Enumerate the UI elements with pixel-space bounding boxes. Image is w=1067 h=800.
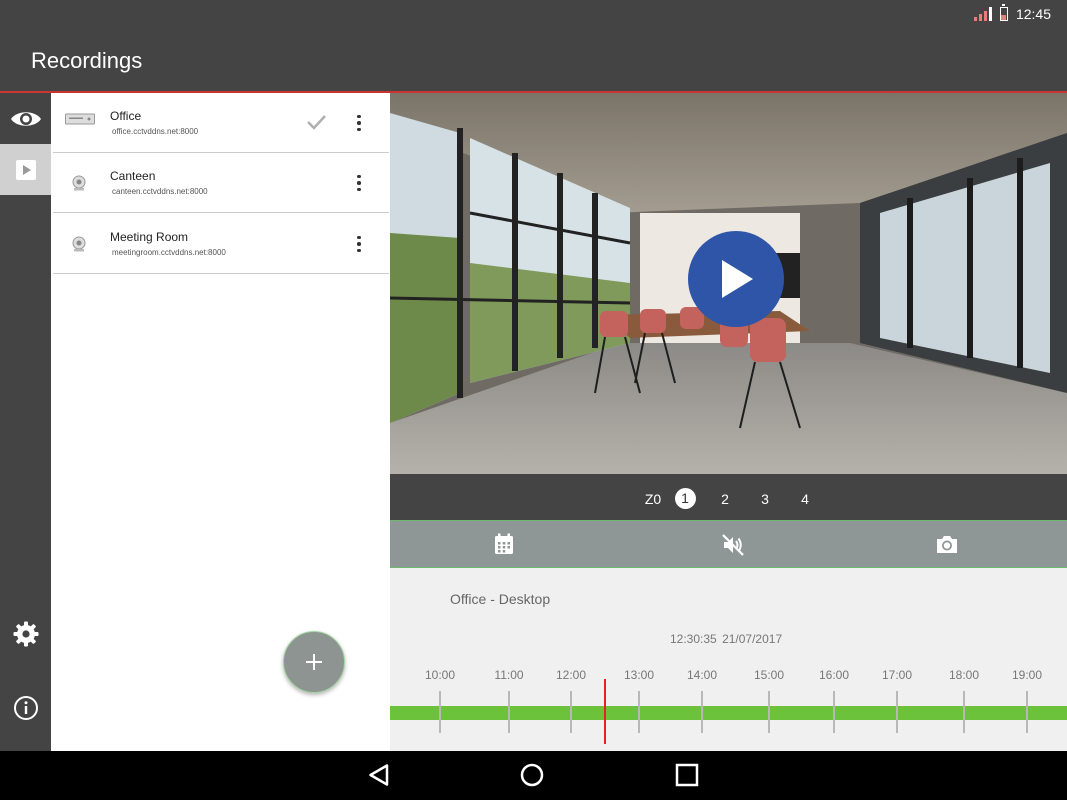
camera-icon [937,536,957,553]
zone-selector: Z0 1 2 3 4 [390,474,1067,520]
tick-mark [638,691,640,733]
recents-square-icon [675,763,699,787]
device-name: Office [110,109,142,123]
recording-track[interactable] [390,706,1067,720]
home-circle-icon [520,763,544,787]
zoom-level-button[interactable]: Z0 [641,489,665,509]
tick-mark [896,691,898,733]
gear-icon [13,621,38,646]
live-view-button[interactable] [0,93,51,144]
play-button[interactable] [688,231,784,327]
play-box-icon [15,159,36,180]
status-indicators: 12:45 [973,4,1051,22]
recordings-button[interactable] [0,144,51,195]
side-navigation [0,93,51,751]
tick-mark [508,691,510,733]
page-title: Recordings [31,48,143,73]
tick-label: 10:00 [424,668,456,682]
status-time: 12:45 [1015,6,1051,22]
more-options-button[interactable] [349,230,369,258]
zone-4-button[interactable]: 4 [785,489,825,509]
back-button[interactable] [367,763,391,792]
tick-label: 17:00 [881,668,913,682]
calendar-icon [495,533,513,554]
camera-label: Office - Desktop [450,591,551,607]
tick-label: 13:00 [623,668,655,682]
back-triangle-icon [369,764,389,786]
tick-mark [439,691,441,733]
tick-mark [963,691,965,733]
playhead[interactable] [604,679,606,744]
device-name: Meeting Room [110,230,189,244]
device-list: Office office.cctvddns.net:8000 Canteen … [51,93,390,751]
webcam-icon [72,236,86,252]
device-row-office[interactable]: Office office.cctvddns.net:8000 [53,93,389,153]
system-navigation-bar [0,751,1067,800]
snapshot-button[interactable] [935,533,959,560]
info-icon [13,695,38,720]
device-row-meeting-room[interactable]: Meeting Room meetingroom.cctvddns.net:80… [53,214,389,274]
info-button[interactable] [0,682,51,733]
tick-mark [768,691,770,733]
tick-label: 11:00 [494,668,524,682]
video-player[interactable] [390,93,1067,474]
current-timestamp: 12:30:35 21/07/2017 [670,632,782,646]
add-device-button[interactable] [283,631,345,693]
plus-icon [306,654,322,670]
current-time: 12:30:35 [670,632,717,646]
play-icon [722,260,753,298]
device-address: office.cctvddns.net:8000 [112,127,199,136]
tick-mark [1026,691,1028,733]
tick-label: 12:00 [555,668,587,682]
timeline-panel: Office - Desktop 12:30:35 21/07/2017 10:… [390,568,1067,751]
check-icon [307,115,326,130]
zone-2-button[interactable]: 2 [705,489,745,509]
tick-label: 14:00 [686,668,718,682]
device-address: meetingroom.cctvddns.net:8000 [112,248,226,257]
recents-button[interactable] [675,763,699,792]
volume-off-icon [722,534,744,556]
battery-icon [999,4,1008,21]
device-address: canteen.cctvddns.net:8000 [112,187,208,196]
tick-mark [701,691,703,733]
playback-toolbar [390,520,1067,568]
settings-button[interactable] [0,608,51,659]
tick-mark [833,691,835,733]
tick-label: 19:00 [1011,668,1043,682]
tick-label: 15:00 [753,668,785,682]
mute-button[interactable] [721,533,745,562]
zone-3-button[interactable]: 3 [745,489,785,509]
status-bar: 12:45 [0,0,1067,28]
tick-label: 16:00 [818,668,850,682]
zone-1-button[interactable]: 1 [665,488,705,509]
app-bar: Recordings [0,28,1067,93]
dvr-icon [65,113,95,125]
more-options-button[interactable] [349,169,369,197]
eye-icon [10,111,41,126]
current-date: 21/07/2017 [722,632,783,646]
signal-icon [973,7,992,21]
calendar-button[interactable] [494,533,514,560]
tick-mark [570,691,572,733]
tick-label: 18:00 [948,668,980,682]
device-row-canteen[interactable]: Canteen canteen.cctvddns.net:8000 [53,153,389,213]
home-button[interactable] [520,763,544,792]
more-options-button[interactable] [349,109,369,137]
device-name: Canteen [110,169,156,183]
webcam-icon [72,175,86,191]
